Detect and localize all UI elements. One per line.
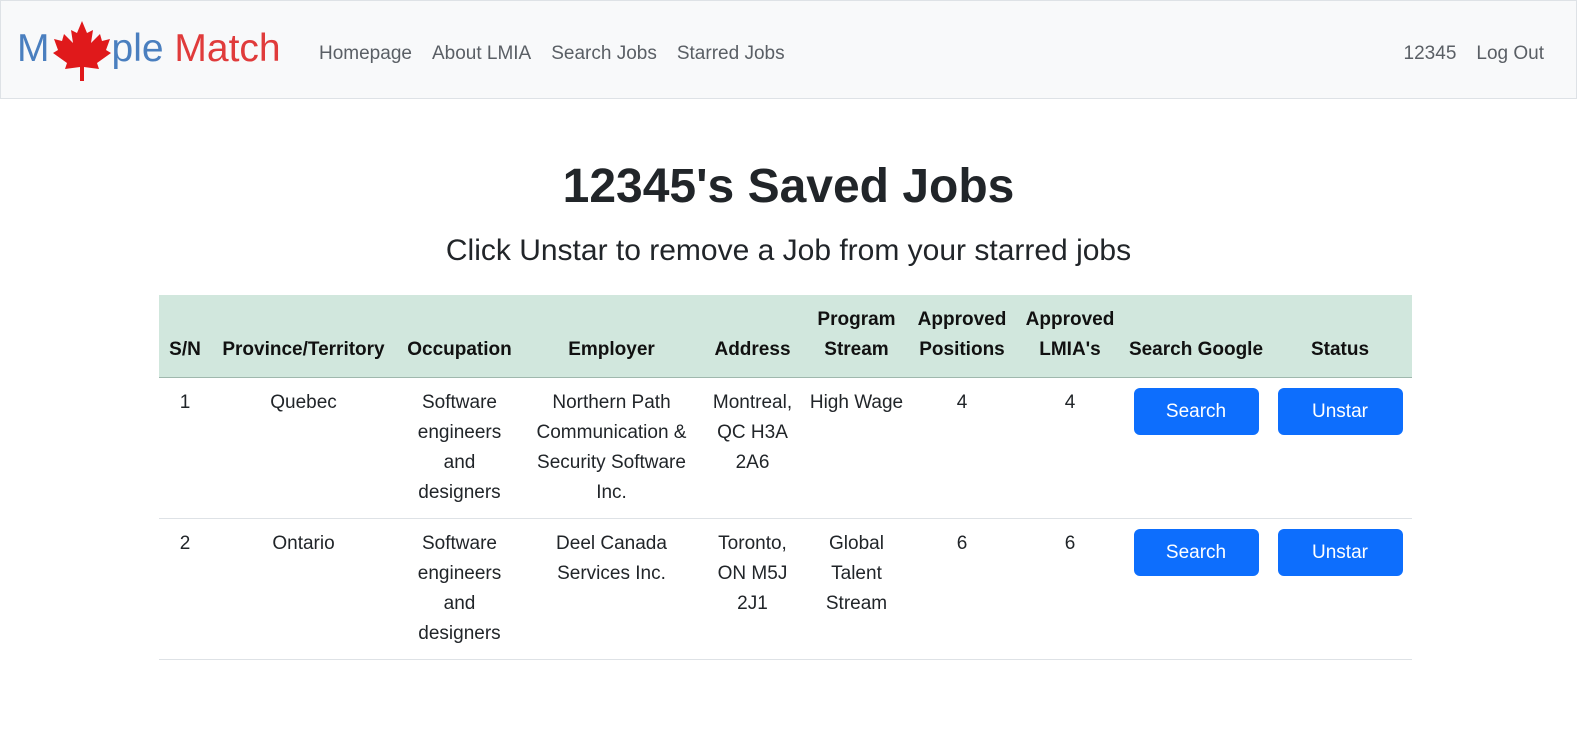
cell-occupation: Software engineers and designers: [396, 377, 523, 519]
table-row: 2 Ontario Software engineers and designe…: [159, 518, 1412, 660]
nav-link-homepage[interactable]: Homepage: [319, 43, 412, 65]
top-navbar: M ple Match Homepage About LMIA Search J…: [0, 0, 1577, 99]
header-approved-lmias: Approved LMIA's: [1016, 295, 1124, 378]
header-status: Status: [1268, 295, 1412, 378]
cell-approved-lmias: 6: [1016, 518, 1124, 660]
table-header: S/N Province/Territory Occupation Employ…: [159, 295, 1412, 378]
header-approved-positions: Approved Positions: [908, 295, 1016, 378]
cell-address: Toronto, ON M5J 2J1: [700, 518, 805, 660]
saved-jobs-table-container: S/N Province/Territory Occupation Employ…: [159, 295, 1412, 660]
logout-link[interactable]: Log Out: [1476, 43, 1544, 65]
unstar-button[interactable]: Unstar: [1277, 388, 1403, 435]
cell-address: Montreal, QC H3A 2A6: [700, 377, 805, 519]
search-google-button[interactable]: Search: [1133, 388, 1259, 435]
main-nav-links: Homepage About LMIA Search Jobs Starred …: [319, 43, 785, 65]
cell-program-stream: High Wage: [805, 377, 908, 519]
header-occupation: Occupation: [396, 295, 523, 378]
unstar-button[interactable]: Unstar: [1277, 529, 1403, 576]
header-program-stream: Program Stream: [805, 295, 908, 378]
table-body: 1 Quebec Software engineers and designer…: [159, 377, 1412, 660]
header-province: Province/Territory: [211, 295, 396, 378]
header-employer: Employer: [523, 295, 700, 378]
user-nav: 12345 Log Out: [1404, 43, 1544, 65]
cell-status: Unstar: [1268, 377, 1412, 519]
search-google-button[interactable]: Search: [1133, 529, 1259, 576]
header-sn: S/N: [159, 295, 211, 378]
cell-sn: 1: [159, 377, 211, 519]
header-search-google: Search Google: [1124, 295, 1268, 378]
cell-employer: Deel Canada Services Inc.: [523, 518, 700, 660]
brand-text-match: Match: [174, 27, 281, 70]
table-row: 1 Quebec Software engineers and designer…: [159, 377, 1412, 519]
brand-text-ple: ple: [111, 27, 164, 70]
nav-link-starred-jobs[interactable]: Starred Jobs: [677, 43, 785, 65]
cell-province: Ontario: [211, 518, 396, 660]
cell-search: Search: [1124, 377, 1268, 519]
cell-province: Quebec: [211, 377, 396, 519]
page-title: 12345's Saved Jobs: [562, 160, 1015, 213]
nav-username[interactable]: 12345: [1404, 43, 1457, 65]
cell-search: Search: [1124, 518, 1268, 660]
cell-status: Unstar: [1268, 518, 1412, 660]
page-subtitle: Click Unstar to remove a Job from your s…: [445, 234, 1132, 267]
nav-link-about-lmia[interactable]: About LMIA: [432, 43, 531, 65]
brand-logo-link[interactable]: M ple Match: [17, 21, 281, 81]
cell-approved-lmias: 4: [1016, 377, 1124, 519]
cell-employer: Northern Path Communication & Security S…: [523, 377, 700, 519]
cell-approved-positions: 4: [908, 377, 1016, 519]
nav-link-search-jobs[interactable]: Search Jobs: [551, 43, 657, 65]
cell-program-stream: Global Talent Stream: [805, 518, 908, 660]
header-address: Address: [700, 295, 805, 378]
cell-approved-positions: 6: [908, 518, 1016, 660]
cell-sn: 2: [159, 518, 211, 660]
saved-jobs-table: S/N Province/Territory Occupation Employ…: [159, 295, 1412, 660]
maple-leaf-icon: [50, 21, 112, 81]
cell-occupation: Software engineers and designers: [396, 518, 523, 660]
brand-text-m: M: [17, 27, 50, 70]
